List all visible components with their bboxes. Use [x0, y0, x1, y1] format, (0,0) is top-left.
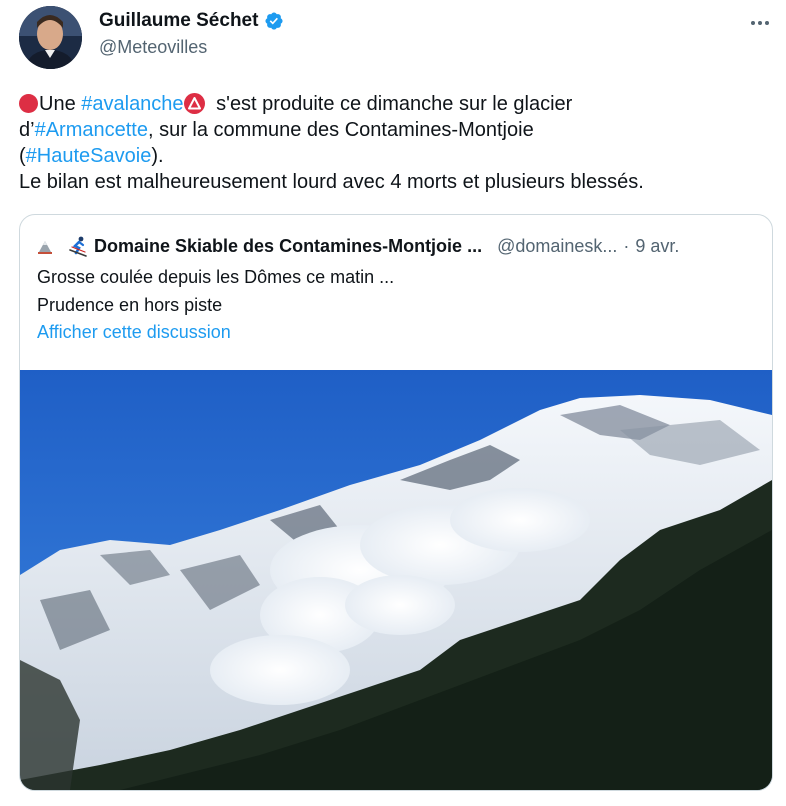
hashtag-avalanche[interactable]: #avalanche — [81, 93, 183, 115]
avatar-photo — [19, 6, 82, 69]
author-name-row[interactable]: Guillaume Séchet — [99, 10, 284, 32]
author-name[interactable]: Guillaume Séchet — [99, 10, 258, 32]
ski-icon — [66, 234, 90, 258]
warning-emoji-icon — [183, 93, 205, 114]
red-circle-emoji-icon — [19, 94, 38, 113]
quoted-account-avatar[interactable] — [34, 235, 56, 257]
quoted-account-name[interactable]: Domaine Skiable des Contamines-Montjoie … — [94, 236, 482, 257]
quoted-tweet-date[interactable]: 9 avr. — [635, 236, 679, 257]
author-avatar[interactable] — [19, 6, 82, 69]
hashtag-armancette[interactable]: #Armancette — [35, 119, 148, 141]
author-handle[interactable]: @Meteovilles — [99, 37, 207, 58]
separator-dot: · — [623, 235, 630, 256]
tweet-text: Une #avalanche s'est produite ce dimanch… — [19, 93, 644, 193]
quoted-tweet-header: Domaine Skiable des Contamines-Montjoie … — [34, 233, 758, 259]
quoted-account-handle[interactable]: @domainesk... — [497, 236, 617, 257]
quoted-tweet-text: Grosse coulée depuis les Dômes ce matin … — [37, 267, 395, 315]
more-options-button[interactable] — [746, 12, 774, 34]
verified-icon — [265, 12, 283, 30]
quoted-tweet-card[interactable]: Domaine Skiable des Contamines-Montjoie … — [19, 214, 773, 791]
avalanche-photo[interactable] — [20, 370, 772, 790]
more-icon — [751, 21, 755, 25]
hashtag-hautesavoie[interactable]: #HauteSavoie — [26, 145, 152, 167]
show-thread-link[interactable]: Afficher cette discussion — [37, 322, 231, 343]
